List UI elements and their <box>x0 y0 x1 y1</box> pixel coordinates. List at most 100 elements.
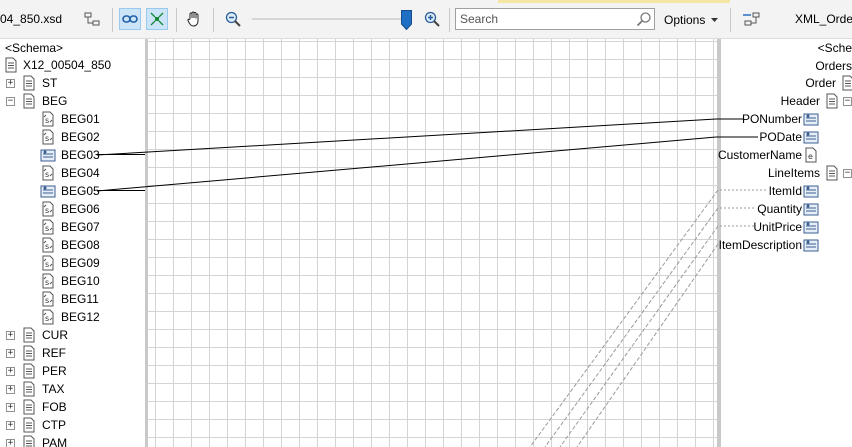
source-record-node[interactable]: + ST <box>0 74 145 92</box>
expand-icon[interactable]: + <box>6 439 15 447</box>
field-icon: s <box>40 219 56 235</box>
collapse-icon[interactable]: − <box>6 97 15 106</box>
destination-field-node[interactable]: ItemDescription <box>718 236 852 254</box>
destination-record-node[interactable]: LineItems − <box>721 164 852 182</box>
toolbar-separator <box>730 8 731 32</box>
record-icon <box>21 93 37 109</box>
svg-text:e: e <box>808 152 813 161</box>
search-icon[interactable] <box>636 11 652 30</box>
field-icon: s <box>40 237 56 253</box>
collapse-icon[interactable]: − <box>843 97 852 106</box>
field-icon: e <box>803 147 819 163</box>
svg-text:s: s <box>45 224 49 233</box>
linked-field-icon <box>803 219 819 235</box>
source-record-node[interactable]: + TAX <box>0 380 145 398</box>
toolbar-separator <box>112 8 113 32</box>
toolbar-separator <box>449 8 450 32</box>
destination-field-node[interactable]: UnitPrice <box>721 218 852 236</box>
source-node-label: BEG04 <box>61 166 100 180</box>
expand-icon[interactable]: + <box>6 385 15 394</box>
source-record-node[interactable]: + CTP <box>0 416 145 434</box>
record-icon <box>21 363 37 379</box>
record-icon <box>840 75 852 91</box>
zoom-slider-track[interactable] <box>252 18 410 20</box>
pan-hand-icon[interactable] <box>183 8 205 30</box>
destination-schema-tree: <Sche Orders Order Header − PONumber PODate C… <box>717 39 852 447</box>
source-field-node[interactable]: s BEG08 <box>0 236 145 254</box>
source-node-label: BEG02 <box>61 130 100 144</box>
source-field-node[interactable]: BEG05 <box>0 182 145 200</box>
destination-record-node[interactable]: Order <box>721 74 852 92</box>
source-field-node[interactable]: s BEG04 <box>0 164 145 182</box>
link-connector <box>97 154 145 155</box>
svg-text:s: s <box>45 134 49 143</box>
zoom-in-icon[interactable] <box>421 8 443 30</box>
source-record-node[interactable]: + CUR <box>0 326 145 344</box>
source-node-label: BEG12 <box>61 310 100 324</box>
svg-text:s: s <box>45 278 49 287</box>
expand-icon[interactable]: + <box>6 349 15 358</box>
source-record-node[interactable]: + PAM <box>0 434 145 447</box>
field-icon: s <box>40 201 56 217</box>
destination-root-label: Orders <box>815 59 852 73</box>
search-input[interactable] <box>456 9 631 29</box>
expand-icon[interactable]: + <box>6 331 15 340</box>
source-field-node[interactable]: s BEG12 <box>0 308 145 326</box>
destination-field-node[interactable]: CustomerName e <box>717 146 852 164</box>
record-icon <box>21 435 37 447</box>
source-node-label: FOB <box>42 400 67 414</box>
grid-left-splitter[interactable] <box>145 39 148 447</box>
source-node-label: ST <box>42 76 58 90</box>
expand-icon[interactable]: + <box>6 79 15 88</box>
destination-field-node[interactable]: PODate <box>721 128 852 146</box>
mapping-grid[interactable] <box>145 39 722 447</box>
source-schema-options-icon[interactable] <box>82 8 104 30</box>
record-icon <box>21 381 37 397</box>
svg-text:s: s <box>45 170 49 179</box>
collapse-icon[interactable]: − <box>843 169 852 178</box>
source-record-node[interactable]: + FOB <box>0 398 145 416</box>
destination-record-node[interactable]: Header − <box>721 92 852 110</box>
destination-field-node[interactable]: PONumber <box>721 110 852 128</box>
zoom-out-icon[interactable] <box>222 8 244 30</box>
schema-document-icon <box>5 57 17 73</box>
field-icon: s <box>40 129 56 145</box>
source-field-node[interactable]: s BEG02 <box>0 128 145 146</box>
source-field-node[interactable]: s BEG10 <box>0 272 145 290</box>
source-node-label: BEG08 <box>61 238 100 252</box>
record-icon <box>824 93 840 109</box>
destination-node-label: CustomerName <box>717 148 802 162</box>
source-record-node[interactable]: + PER <box>0 362 145 380</box>
options-label: Options <box>664 13 706 27</box>
source-root-node[interactable]: X12_00504_850 <box>0 56 145 74</box>
field-icon: s <box>40 165 56 181</box>
svg-text:s: s <box>45 296 49 305</box>
source-node-label: CTP <box>42 418 66 432</box>
destination-field-node[interactable]: ItemId <box>721 182 852 200</box>
expand-links-icon[interactable] <box>146 8 168 30</box>
field-icon: s <box>40 255 56 271</box>
svg-text:s: s <box>45 260 49 269</box>
expand-icon[interactable]: + <box>6 421 15 430</box>
source-field-node[interactable]: s BEG09 <box>0 254 145 272</box>
destination-field-node[interactable]: Quantity <box>721 200 852 218</box>
destination-node-label: ItemDescription <box>718 238 802 252</box>
source-field-node[interactable]: s BEG06 <box>0 200 145 218</box>
source-node-label: BEG10 <box>61 274 100 288</box>
svg-text:s: s <box>45 242 49 251</box>
options-dropdown-button[interactable]: Options <box>658 9 724 31</box>
link-mode-icon[interactable] <box>119 8 141 30</box>
mapper-toolbar: 04_850.xsd Options XML_Order <box>0 0 852 39</box>
destination-node-label: Header <box>780 94 820 108</box>
destination-schema-options-icon[interactable] <box>740 8 762 30</box>
source-field-node[interactable]: BEG03 <box>0 146 145 164</box>
expand-icon[interactable]: + <box>6 367 15 376</box>
source-field-node[interactable]: s BEG11 <box>0 290 145 308</box>
source-field-node[interactable]: s BEG01 <box>0 110 145 128</box>
source-record-node[interactable]: − BEG <box>0 92 145 110</box>
zoom-slider-thumb[interactable] <box>401 10 412 31</box>
source-field-node[interactable]: s BEG07 <box>0 218 145 236</box>
expand-icon[interactable]: + <box>6 403 15 412</box>
source-record-node[interactable]: + REF <box>0 344 145 362</box>
field-icon: s <box>40 309 56 325</box>
